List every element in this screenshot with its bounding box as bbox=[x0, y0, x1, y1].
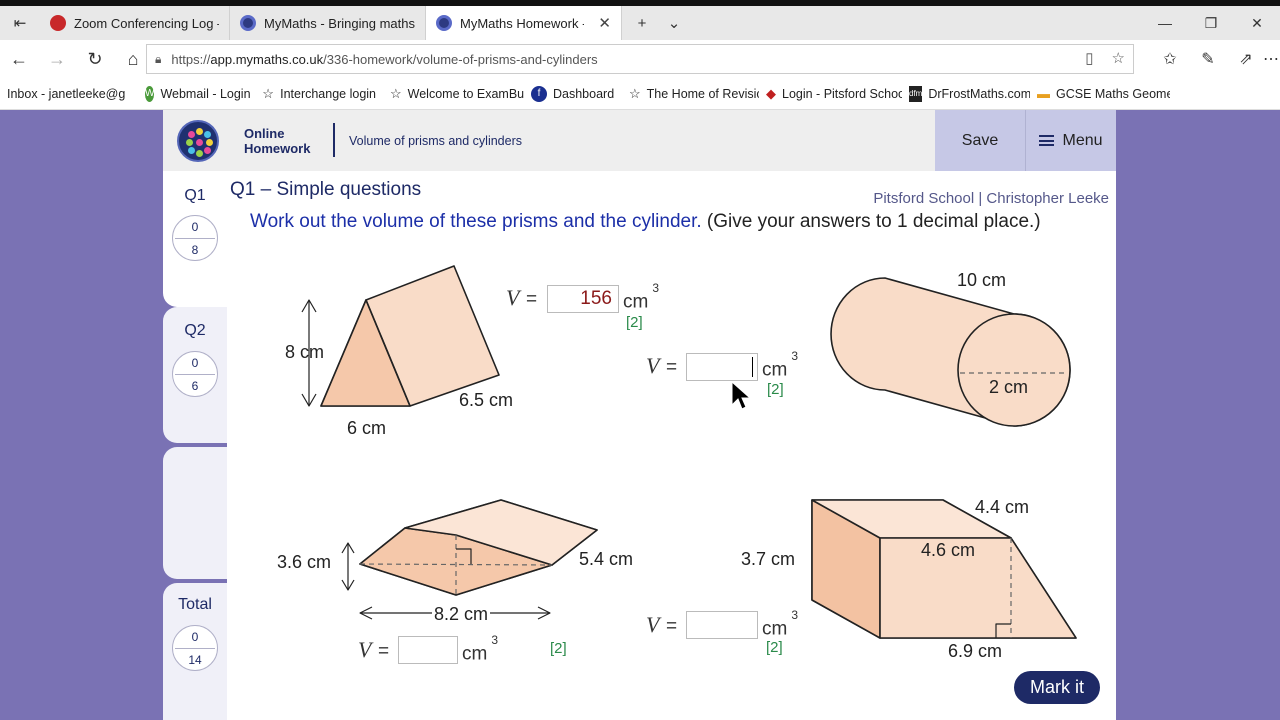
forward-icon[interactable]: → bbox=[38, 40, 76, 78]
url-input[interactable]: 🔒︎ https:// app.mymaths.co.uk /336-homew… bbox=[146, 44, 1134, 74]
address-bar-row: ← → ↻ ⌂ 🔒︎ https:// app.mymaths.co.uk /3… bbox=[0, 40, 1280, 78]
unit-label: cm3 bbox=[462, 633, 499, 665]
minimize-icon[interactable]: — bbox=[1142, 6, 1188, 40]
favorite-item[interactable]: W Webmail - Login bbox=[138, 85, 255, 102]
favorite-item[interactable]: ☆ The Home of Revisior bbox=[622, 86, 759, 102]
star-icon: ☆ bbox=[262, 85, 274, 101]
equals-sign: = bbox=[526, 289, 538, 310]
tab-strip: ⇤ Zoom Conferencing Log — MyMaths - Brin… bbox=[0, 6, 1280, 40]
answer-input-triangular[interactable]: 156 bbox=[547, 285, 619, 313]
tab-list-icon[interactable]: ⇤ bbox=[0, 6, 40, 40]
mouse-cursor-icon bbox=[731, 381, 751, 410]
answer-input-rhombus[interactable] bbox=[398, 636, 458, 664]
dashboard-icon: f bbox=[531, 85, 547, 102]
webmail-icon: W bbox=[145, 85, 155, 102]
mymaths-icon bbox=[436, 15, 452, 31]
unit-label: cm3 bbox=[762, 349, 799, 381]
marks-label: [2] bbox=[550, 640, 567, 657]
login-icon: ◆ bbox=[766, 85, 776, 101]
dimension-label: 4.4 cm bbox=[975, 497, 1030, 517]
favorite-item[interactable]: ☆ Welcome to ExamBui bbox=[383, 86, 524, 102]
window-close-icon[interactable]: ✕ bbox=[1234, 6, 1280, 40]
text-caret bbox=[752, 357, 753, 377]
volume-label: V bbox=[646, 353, 660, 378]
new-tab-icon[interactable]: + bbox=[622, 6, 662, 40]
trapezium-prism bbox=[811, 499, 1077, 639]
tab-label: MyMaths Homework - V bbox=[460, 15, 584, 31]
favorite-item[interactable]: ☆ Interchange login bbox=[255, 86, 383, 102]
dimension-label: 6.5 cm bbox=[459, 390, 514, 410]
refresh-icon[interactable]: ↻ bbox=[76, 40, 114, 78]
unit-label: cm3 bbox=[623, 281, 660, 313]
favorite-item[interactable]: Inbox - janetleeke@g bbox=[0, 87, 138, 101]
cylinder bbox=[830, 277, 1071, 427]
marks-label: [2] bbox=[626, 314, 643, 331]
rhombus-prism bbox=[341, 499, 598, 620]
back-icon[interactable]: ← bbox=[0, 40, 38, 78]
chevron-down-icon[interactable]: ⌄ bbox=[662, 6, 686, 40]
lock-icon: 🔒︎ bbox=[155, 51, 162, 66]
dimension-label: 6 cm bbox=[347, 418, 387, 438]
tab-mymaths-homework[interactable]: MyMaths Homework - V ✕ bbox=[426, 6, 622, 40]
url-path: /336-homework/volume-of-prisms-and-cylin… bbox=[323, 51, 598, 67]
tab-label: MyMaths - Bringing maths a bbox=[264, 15, 415, 31]
equals-sign: = bbox=[378, 641, 390, 662]
pen-icon[interactable]: ✎ bbox=[1190, 44, 1226, 74]
volume-label: V bbox=[506, 285, 520, 310]
dimension-label: 8 cm bbox=[285, 342, 325, 362]
more-icon[interactable]: ⋯ bbox=[1262, 44, 1280, 74]
dimension-label: 5.4 cm bbox=[579, 549, 634, 569]
volume-label: V bbox=[646, 612, 660, 637]
favorite-item[interactable]: dfm DrFrostMaths.com bbox=[902, 85, 1030, 102]
volume-label: V bbox=[358, 637, 372, 662]
favorite-star-icon[interactable]: ☆ bbox=[1112, 49, 1125, 67]
dimension-label: 8.2 cm bbox=[432, 604, 491, 625]
tab-mymaths[interactable]: MyMaths - Bringing maths a bbox=[230, 6, 426, 40]
drfrost-icon: dfm bbox=[909, 85, 923, 102]
restore-icon[interactable]: ❐ bbox=[1188, 6, 1234, 40]
favorite-item[interactable]: f Dashboard bbox=[524, 85, 622, 102]
favorites-bar: Inbox - janetleeke@g W Webmail - Login ☆ I… bbox=[0, 78, 1280, 110]
homework-page: Online Homework Volume of prisms and cyl… bbox=[163, 110, 1116, 720]
marks-label: [2] bbox=[766, 639, 783, 656]
dimension-label: 3.7 cm bbox=[741, 549, 796, 569]
browser-window: ⇤ Zoom Conferencing Log — MyMaths - Brin… bbox=[0, 0, 1280, 720]
answer-input-trapezium[interactable] bbox=[686, 611, 758, 639]
dimension-label: 10 cm bbox=[957, 270, 1007, 290]
star-icon: ☆ bbox=[390, 85, 402, 101]
answer-input-cylinder[interactable] bbox=[686, 353, 758, 381]
favorites-icon[interactable]: ✩ bbox=[1152, 44, 1188, 74]
reading-view-icon[interactable]: ▯ bbox=[1085, 49, 1093, 67]
question-diagrams bbox=[301, 265, 1077, 639]
zoom-icon bbox=[50, 15, 66, 31]
dimension-label: 3.6 cm bbox=[277, 552, 332, 572]
share-icon[interactable]: ⇗ bbox=[1228, 44, 1264, 74]
marks-label: [2] bbox=[767, 381, 784, 398]
equals-sign: = bbox=[666, 616, 678, 637]
tab-label: Zoom Conferencing Log — bbox=[74, 15, 219, 31]
triangular-prism bbox=[301, 265, 500, 407]
gcse-icon: ▬ bbox=[1037, 86, 1050, 101]
mark-it-button[interactable]: Mark it bbox=[1014, 671, 1100, 704]
dimension-label: 4.6 cm bbox=[921, 540, 976, 560]
unit-label: cm3 bbox=[762, 608, 799, 640]
dimension-label: 6.9 cm bbox=[948, 641, 1003, 661]
favorite-item[interactable]: ▬ GCSE Maths Geometr bbox=[1030, 86, 1170, 102]
favorite-item[interactable]: ◆ Login - Pitsford Schoo bbox=[759, 86, 902, 102]
dimension-label: 2 cm bbox=[989, 377, 1029, 397]
url-prefix: https:// bbox=[171, 51, 211, 67]
close-tab-icon[interactable]: ✕ bbox=[598, 14, 611, 32]
mymaths-icon bbox=[240, 15, 256, 31]
equals-sign: = bbox=[666, 357, 678, 378]
star-icon: ☆ bbox=[629, 85, 641, 101]
url-domain: app.mymaths.co.uk bbox=[210, 51, 324, 67]
tab-zoom[interactable]: Zoom Conferencing Log — bbox=[40, 6, 230, 40]
